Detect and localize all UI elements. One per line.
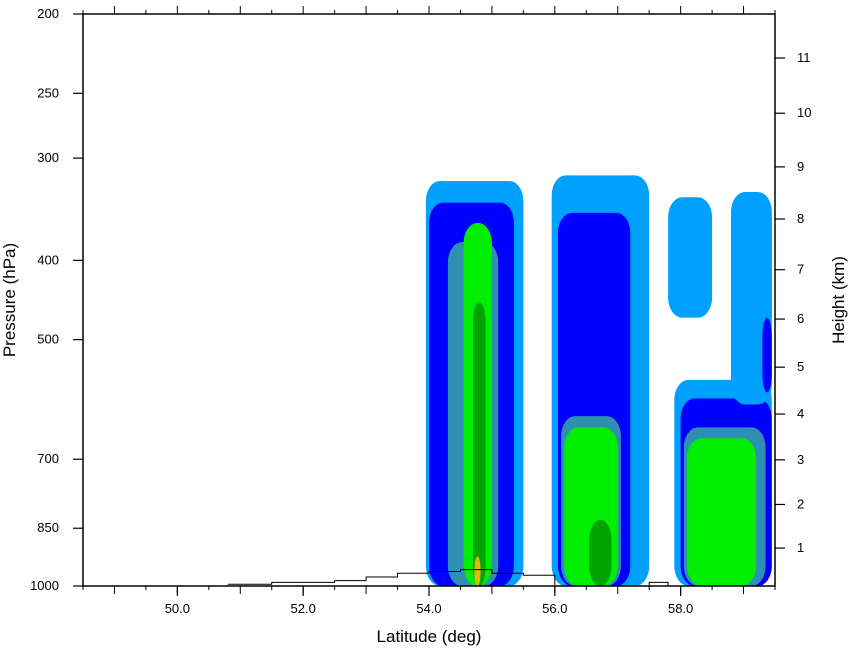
y-tick-label: 300 — [37, 150, 59, 165]
y-tick-label: 700 — [37, 451, 59, 466]
contour-region-level-4 — [686, 438, 757, 586]
x-axis-title: Latitude (deg) — [377, 627, 482, 646]
x-tick-label: 52.0 — [291, 601, 316, 616]
y2-axis-title: Height (km) — [829, 256, 848, 344]
y-tick-label: 250 — [37, 85, 59, 100]
y-axis-pressure: 200 250 300 400 500 700 850 1000 — [30, 6, 83, 593]
y-tick-label: 200 — [37, 6, 59, 21]
y2-tick-label: 6 — [797, 311, 804, 326]
y2-tick-label: 2 — [797, 496, 804, 511]
contour-region-level-5 — [473, 302, 486, 586]
y2-tick-label: 1 — [797, 540, 804, 555]
y-tick-label: 500 — [37, 332, 59, 347]
contour-region-level-5 — [589, 519, 612, 586]
x-tick-label: 50.0 — [165, 601, 190, 616]
y-tick-label: 1000 — [30, 578, 59, 593]
y2-tick-label: 3 — [797, 452, 804, 467]
y-tick-label: 400 — [37, 252, 59, 267]
y2-tick-label: 11 — [797, 50, 811, 65]
y2-tick-label: 10 — [797, 105, 811, 120]
y-tick-label: 850 — [37, 520, 59, 535]
cross-section-chart: 50.0 52.0 54.0 56.0 58.0 200 250 300 400 500 700 8… — [0, 6, 848, 646]
x-tick-label: 58.0 — [668, 601, 693, 616]
y2-tick-label: 9 — [797, 159, 804, 174]
y2-tick-label: 5 — [797, 359, 804, 374]
contour-region-level-1 — [668, 197, 713, 318]
y-axis-height: 1 2 3 4 5 6 7 8 9 10 11 — [775, 50, 811, 555]
contour-region-level-6 — [474, 556, 481, 586]
y2-tick-label: 7 — [797, 262, 804, 277]
x-tick-label: 54.0 — [416, 601, 441, 616]
y2-tick-label: 4 — [797, 406, 804, 421]
y2-tick-label: 8 — [797, 211, 804, 226]
x-tick-label: 56.0 — [542, 601, 567, 616]
y-axis-title: Pressure (hPa) — [0, 243, 19, 357]
contour-region-level-2 — [762, 317, 772, 393]
